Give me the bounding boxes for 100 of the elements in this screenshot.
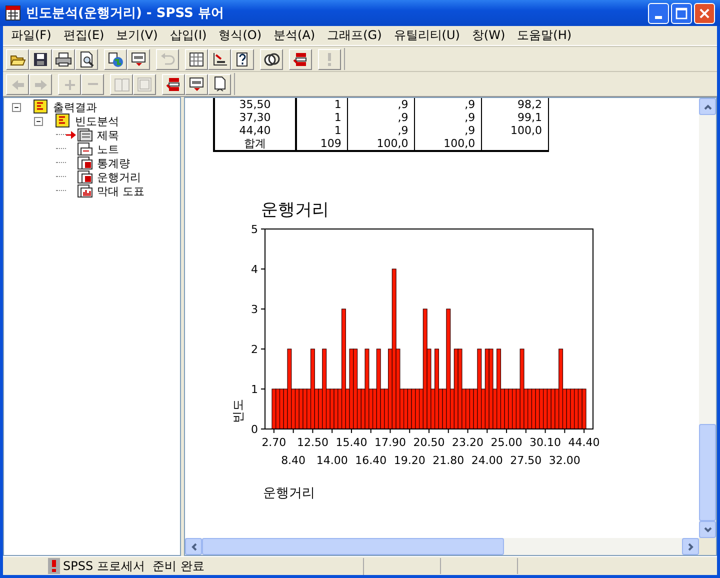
table-cell: 44,40 [214,124,296,137]
chart-page-icon [77,183,93,199]
outline-item[interactable]: 노트 [97,142,119,156]
x-tick-label: 32.00 [548,454,580,467]
y-tick-label: 0 [251,423,258,436]
monitor-button[interactable] [185,74,208,94]
axis-button[interactable] [208,48,231,70]
table-cell: ,9 [414,98,482,111]
minimize-button[interactable] [648,2,669,24]
y-tick-label: 2 [251,343,258,356]
horizontal-scrollbar[interactable] [185,538,699,555]
note-page-icon [77,141,93,157]
stacked-pages-icon [165,76,182,92]
table-cell: 100,0 [348,137,415,151]
menu-item[interactable]: 도움말(H) [511,27,578,44]
table-cell: 1 [296,111,348,124]
globe-icon [107,50,124,68]
x-tick-label: 12.50 [296,436,328,449]
page-button[interactable] [208,74,231,94]
menu-item[interactable]: 보기(V) [110,27,164,44]
circles-icon [263,50,280,68]
table-cell: 98,2 [482,98,548,111]
x-tick-label: 16.40 [355,454,387,467]
table-cell: ,9 [348,98,415,111]
monitor-icon [188,76,205,92]
status-message: SPSS 프로세서 준비 완료 [63,558,364,574]
menu-item[interactable]: 유틸리티(U) [388,27,466,44]
outline-item[interactable]: 통계량 [97,156,130,170]
x-tick-label: 27.50 [510,454,542,467]
table-cell: 1 [296,98,348,111]
circles-button[interactable] [260,48,283,70]
stacked-pages-button[interactable] [289,48,312,70]
y-tick-label: 3 [251,303,258,316]
x-tick-label: 8.40 [281,454,306,467]
table-page-icon [77,169,93,185]
menu-item[interactable]: 파일(F) [5,27,58,44]
monitor-button[interactable] [127,48,150,70]
collapse-toggle[interactable] [12,102,21,112]
table-cell: 1 [296,124,348,137]
table-cell: ,9 [348,124,415,137]
scroll-right-button[interactable] [682,538,699,555]
outline-item[interactable]: 빈도분석 [75,114,119,128]
scroll-thumb[interactable] [699,424,716,521]
table-cell: ,9 [414,124,482,137]
question-page-button[interactable] [231,48,254,70]
page-magnifier-button[interactable] [75,48,98,70]
x-tick-label: 15.40 [336,436,368,449]
menu-item[interactable]: 창(W) [466,27,512,44]
x-tick-label: 44.40 [568,436,600,449]
processor-status-icon [48,558,60,574]
printer-icon [55,50,72,68]
menu-item[interactable]: 분석(A) [268,27,322,44]
x-tick-label: 17.90 [374,436,406,449]
y-axis-title: 빈도 [231,399,245,423]
table-cell: 합계 [214,137,296,151]
x-tick-label: 19.20 [394,454,426,467]
outline-item[interactable]: 출력결과 [53,100,97,114]
floppy-button[interactable] [29,48,52,70]
folder-button[interactable] [6,48,29,70]
x-tick-label: 30.10 [530,436,562,449]
grid-button[interactable] [185,48,208,70]
page-magnifier-icon [78,50,95,68]
outline-item[interactable]: 제목 [97,128,119,142]
menu-item[interactable]: 그래프(G) [321,27,388,44]
x-tick-label: 14.00 [316,454,348,467]
table-cell: 100,0 [414,137,482,151]
menu-item[interactable]: 삽입(I) [164,27,213,44]
table-cell: 35,50 [214,98,296,111]
scroll-thumb[interactable] [202,538,504,555]
menu-item[interactable]: 편집(E) [57,27,110,44]
y-tick-label: 5 [251,223,258,236]
scroll-left-button[interactable] [185,538,202,555]
vertical-scrollbar[interactable] [699,98,716,538]
table-cell: 100,0 [482,124,548,137]
x-axis-title: 운행거리 [263,486,315,501]
collapse-toggle[interactable] [34,116,43,126]
log-book-icon [33,99,49,115]
close-button[interactable] [694,2,715,24]
minus-icon [88,83,98,85]
book-icon [113,76,130,92]
x-tick-label: 25.00 [490,436,522,449]
scroll-down-button[interactable] [699,521,716,538]
frame-icon [136,76,153,92]
printer-button[interactable] [52,48,75,70]
y-tick-label: 4 [251,263,258,276]
scroll-up-button[interactable] [699,98,716,115]
app-icon [5,5,21,21]
outline-item[interactable]: 막대 도표 [97,184,144,198]
chart-title: 운행거리 [261,200,329,220]
table-cell: ,9 [414,111,482,124]
maximize-button[interactable] [671,2,692,24]
outline-item[interactable]: 운행거리 [97,170,141,184]
title-page-icon [77,127,93,143]
menu-item[interactable]: 형식(O) [212,27,268,44]
exclamation-icon [328,52,331,66]
stacked-pages-button[interactable] [162,74,185,94]
floppy-icon [32,50,49,68]
globe-button[interactable] [104,48,127,70]
axis-icon [211,50,228,68]
log-book-icon [55,113,71,129]
